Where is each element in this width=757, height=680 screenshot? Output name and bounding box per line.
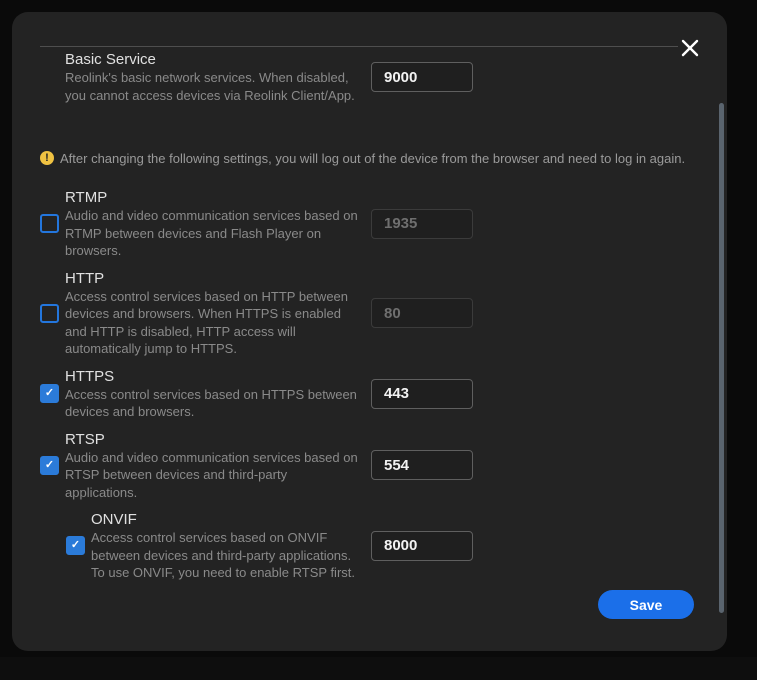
rtmp-service-row: RTMP Audio and video communication servi… [40, 188, 473, 260]
rtmp-description: Audio and video communication services b… [65, 207, 358, 260]
rtmp-checkbox[interactable] [40, 214, 59, 233]
onvif-port-input[interactable] [371, 531, 473, 561]
top-divider [40, 46, 678, 47]
rtmp-title: RTMP [65, 188, 358, 207]
save-button[interactable]: Save [598, 590, 694, 619]
network-services-dialog: Basic Service Reolink's basic network se… [12, 12, 727, 651]
onvif-title: ONVIF [91, 510, 358, 529]
warning-icon: ! [40, 151, 54, 165]
http-title: HTTP [65, 269, 358, 288]
onvif-checkbox[interactable]: ✓ [66, 536, 85, 555]
http-checkbox[interactable] [40, 304, 59, 323]
onvif-service-row: ✓ ONVIF Access control services based on… [66, 510, 473, 582]
http-port-input[interactable] [371, 298, 473, 328]
page-background-strip [0, 657, 757, 680]
basic-service-port-input[interactable] [371, 62, 473, 92]
basic-service-row: Basic Service Reolink's basic network se… [40, 50, 473, 104]
onvif-description: Access control services based on ONVIF b… [91, 529, 358, 582]
rtsp-title: RTSP [65, 430, 358, 449]
basic-service-title: Basic Service [65, 50, 358, 69]
warning-row: ! After changing the following settings,… [40, 150, 700, 167]
rtmp-port-input[interactable] [371, 209, 473, 239]
close-button[interactable] [679, 37, 701, 59]
https-title: HTTPS [65, 367, 358, 386]
rtsp-description: Audio and video communication services b… [65, 449, 358, 502]
close-icon [681, 39, 699, 57]
scrollbar-thumb[interactable] [719, 103, 724, 613]
http-service-row: HTTP Access control services based on HT… [40, 269, 473, 358]
basic-service-description: Reolink's basic network services. When d… [65, 69, 358, 104]
https-description: Access control services based on HTTPS b… [65, 386, 358, 421]
https-service-row: ✓ HTTPS Access control services based on… [40, 367, 473, 421]
https-checkbox[interactable]: ✓ [40, 384, 59, 403]
services-list: RTMP Audio and video communication servi… [40, 188, 727, 582]
rtsp-port-input[interactable] [371, 450, 473, 480]
rtsp-checkbox[interactable]: ✓ [40, 456, 59, 475]
http-description: Access control services based on HTTP be… [65, 288, 358, 358]
warning-text: After changing the following settings, y… [60, 150, 685, 167]
rtsp-service-row: ✓ RTSP Audio and video communication ser… [40, 430, 473, 502]
https-port-input[interactable] [371, 379, 473, 409]
